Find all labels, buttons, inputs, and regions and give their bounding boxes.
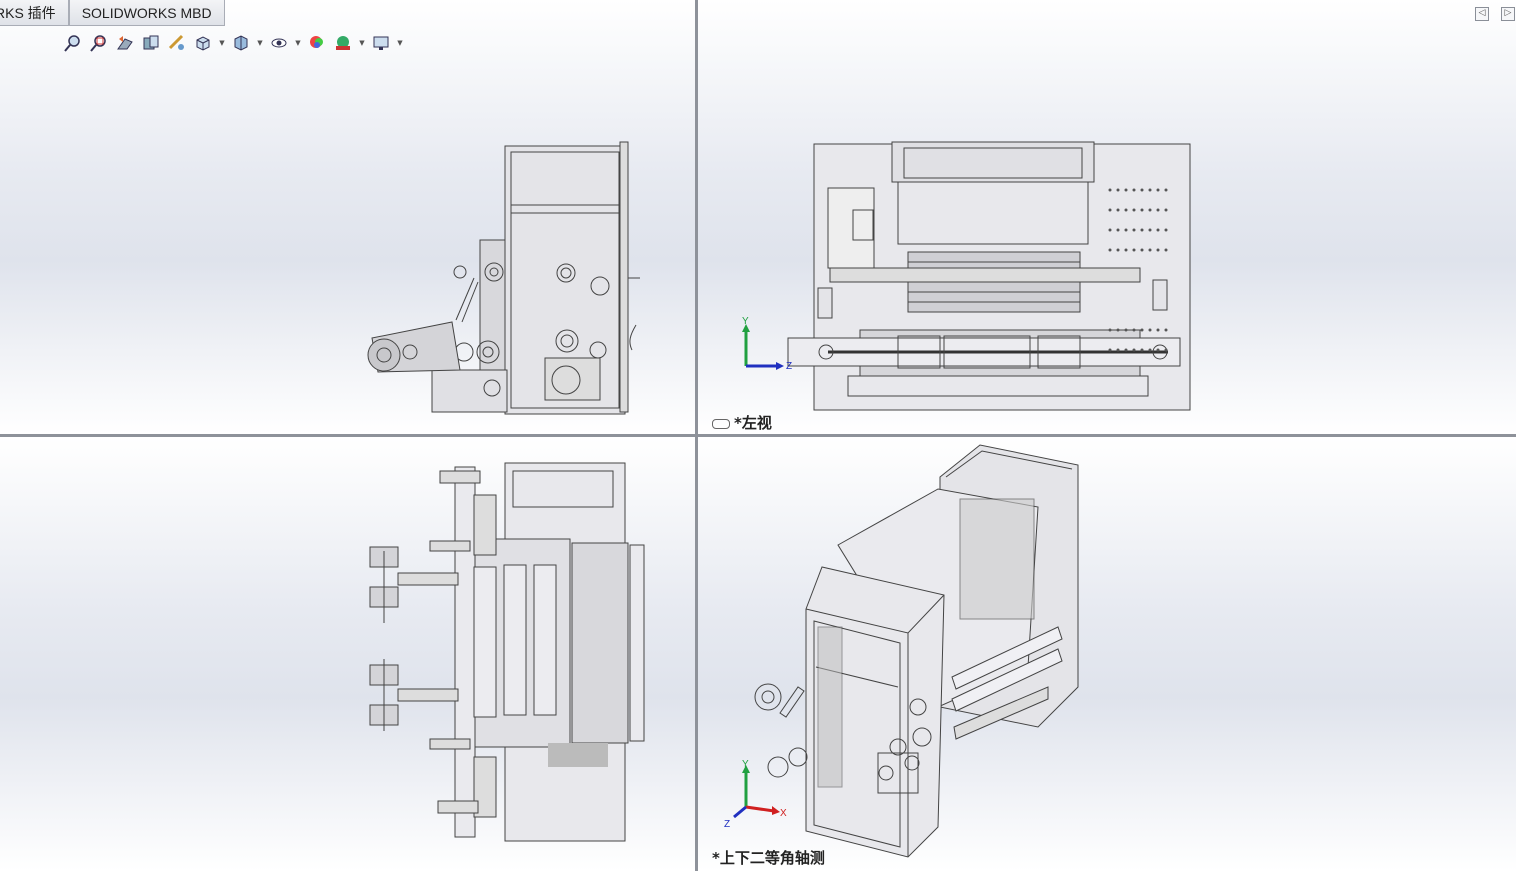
view-name-isometric: *上下二等角轴测 [712, 849, 825, 867]
collapse-left-icon[interactable]: ◁ [1475, 7, 1489, 21]
chevron-down-icon[interactable]: ▼ [358, 32, 366, 54]
view-orientation-icon[interactable] [192, 32, 214, 54]
command-manager-tabs: RKS 插件 SOLIDWORKS MBD [0, 0, 225, 27]
viewport-isometric[interactable]: Y X Z *上下二等角轴测 [698, 437, 1516, 871]
previous-view-icon[interactable] [114, 32, 136, 54]
viewport-top[interactable] [0, 437, 695, 871]
chevron-down-icon[interactable]: ▼ [396, 32, 404, 54]
section-view-icon[interactable] [140, 32, 162, 54]
front-view-drawing [367, 141, 640, 415]
zoom-area-icon[interactable] [88, 32, 110, 54]
tab-rks-addin[interactable]: RKS 插件 [0, 0, 69, 26]
dynamic-annotation-icon[interactable] [166, 32, 188, 54]
chevron-down-icon[interactable]: ▼ [218, 32, 226, 54]
view-name-left: *左视 [734, 414, 772, 432]
axis-z-label: Z [724, 819, 730, 830]
heads-up-view-toolbar: ▼ ▼ ▼ ▼ ▼ [62, 32, 404, 54]
axis-x-label: X [780, 808, 787, 819]
edit-appearance-icon[interactable] [306, 32, 328, 54]
vertical-viewport-splitter[interactable] [695, 0, 698, 871]
view-settings-icon[interactable] [370, 32, 392, 54]
hide-show-items-icon[interactable] [268, 32, 290, 54]
display-style-icon[interactable] [230, 32, 252, 54]
horizontal-viewport-splitter[interactable] [0, 434, 1516, 437]
left-view-drawing: Y Z [742, 141, 1191, 411]
top-view-drawing [369, 462, 645, 842]
apply-scene-icon[interactable] [332, 32, 354, 54]
view-orientation-label: *上下二等角轴测 [712, 847, 825, 868]
axis-triad [733, 765, 780, 819]
axis-y-label: Y [742, 316, 749, 327]
viewport-left[interactable]: Y Z ◁ ▷ *左视 [698, 0, 1516, 434]
axis-triad [742, 324, 784, 370]
link-views-icon [712, 418, 730, 429]
zoom-to-fit-icon[interactable] [62, 32, 84, 54]
view-orientation-label: *左视 [712, 412, 772, 433]
chevron-down-icon[interactable]: ▼ [294, 32, 302, 54]
axis-z-label: Z [786, 361, 792, 372]
isometric-view-drawing: Y X Z [724, 444, 1079, 858]
axis-y-label: Y [742, 759, 749, 770]
viewport-front[interactable]: ▼ ▼ ▼ ▼ ▼ [0, 0, 695, 434]
chevron-down-icon[interactable]: ▼ [256, 32, 264, 54]
tab-solidworks-mbd[interactable]: SOLIDWORKS MBD [68, 0, 225, 26]
collapse-right-icon[interactable]: ▷ [1501, 7, 1515, 21]
